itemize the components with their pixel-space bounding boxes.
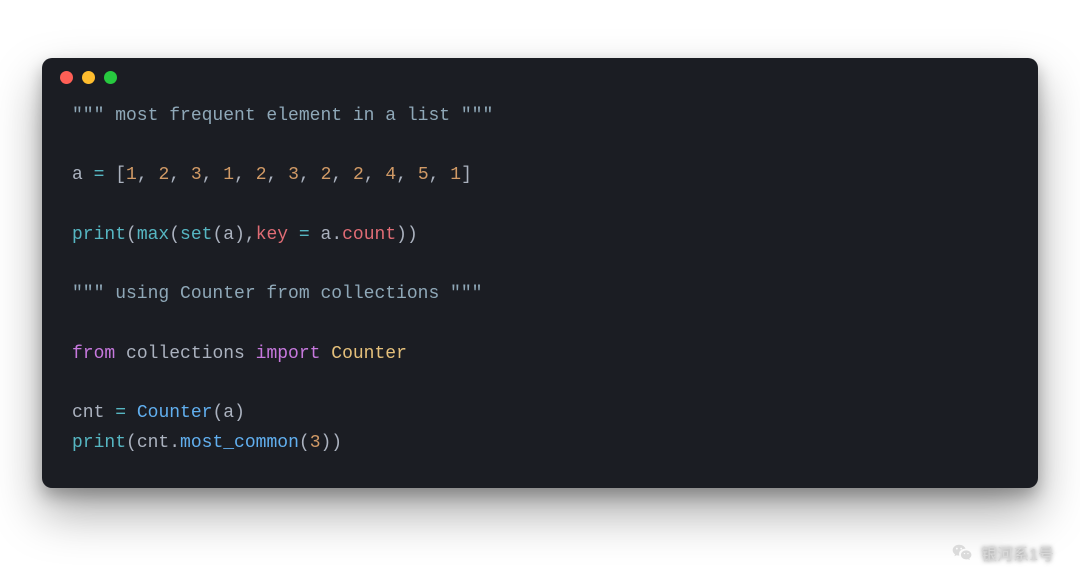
- watermark-text: 银河系1号: [981, 541, 1054, 565]
- code-token: 2: [256, 165, 267, 185]
- code-token: ,: [234, 165, 256, 185]
- code-token: (: [126, 225, 137, 245]
- code-token: print: [72, 225, 126, 245]
- code-token: 1: [223, 165, 234, 185]
- code-token: 4: [385, 165, 396, 185]
- code-token: =: [299, 225, 310, 245]
- code-token: a: [72, 165, 94, 185]
- code-token: ),: [234, 225, 256, 245]
- code-token: a: [223, 403, 234, 423]
- code-token: cnt: [72, 403, 115, 423]
- code-token: ,: [331, 165, 353, 185]
- code-token: 3: [191, 165, 202, 185]
- code-token: [: [104, 165, 126, 185]
- code-token: a.: [310, 225, 342, 245]
- code-token: """ using Counter from collections """: [72, 284, 482, 304]
- code-token: most_common: [180, 433, 299, 453]
- code-token: (: [212, 403, 223, 423]
- code-token: a: [223, 225, 234, 245]
- code-token: from: [72, 344, 115, 364]
- code-token: ,: [396, 165, 418, 185]
- code-token: (: [299, 433, 310, 453]
- code-token: cnt.: [137, 433, 180, 453]
- code-token: 2: [321, 165, 332, 185]
- code-token: ,: [429, 165, 451, 185]
- code-token: )): [321, 433, 343, 453]
- code-token: 3: [310, 433, 321, 453]
- code-token: print: [72, 433, 126, 453]
- code-token: ,: [364, 165, 386, 185]
- code-token: =: [115, 403, 126, 423]
- code-token: count: [342, 225, 396, 245]
- stage: """ most frequent element in a list """ …: [0, 0, 1080, 579]
- code-token: 3: [288, 165, 299, 185]
- wechat-icon: [951, 542, 973, 564]
- code-token: Counter: [137, 403, 213, 423]
- window-titlebar: [42, 58, 1038, 96]
- code-token: """ most frequent element in a list """: [72, 106, 493, 126]
- code-token: ): [234, 403, 245, 423]
- minimize-icon[interactable]: [82, 71, 95, 84]
- code-token: 2: [158, 165, 169, 185]
- code-token: ]: [461, 165, 472, 185]
- code-token: =: [94, 165, 105, 185]
- code-token: import: [256, 344, 321, 364]
- code-token: (: [126, 433, 137, 453]
- code-token: [320, 344, 331, 364]
- code-token: [288, 225, 299, 245]
- close-icon[interactable]: [60, 71, 73, 84]
- code-token: set: [180, 225, 212, 245]
- code-token: (: [212, 225, 223, 245]
- code-token: ,: [202, 165, 224, 185]
- code-token: max: [137, 225, 169, 245]
- code-token: ,: [137, 165, 159, 185]
- code-token: 1: [126, 165, 137, 185]
- code-token: 1: [450, 165, 461, 185]
- code-token: [126, 403, 137, 423]
- code-token: 2: [353, 165, 364, 185]
- code-token: 5: [418, 165, 429, 185]
- code-token: key: [256, 225, 288, 245]
- code-token: )): [396, 225, 418, 245]
- code-token: ,: [169, 165, 191, 185]
- code-token: ,: [299, 165, 321, 185]
- code-token: [115, 344, 126, 364]
- code-token: (: [169, 225, 180, 245]
- watermark: 银河系1号: [951, 541, 1054, 565]
- code-block: """ most frequent element in a list """ …: [42, 96, 1038, 466]
- code-token: collections: [126, 344, 256, 364]
- code-token: ,: [267, 165, 289, 185]
- code-editor-window: """ most frequent element in a list """ …: [42, 58, 1038, 488]
- code-token: Counter: [331, 344, 407, 364]
- maximize-icon[interactable]: [104, 71, 117, 84]
